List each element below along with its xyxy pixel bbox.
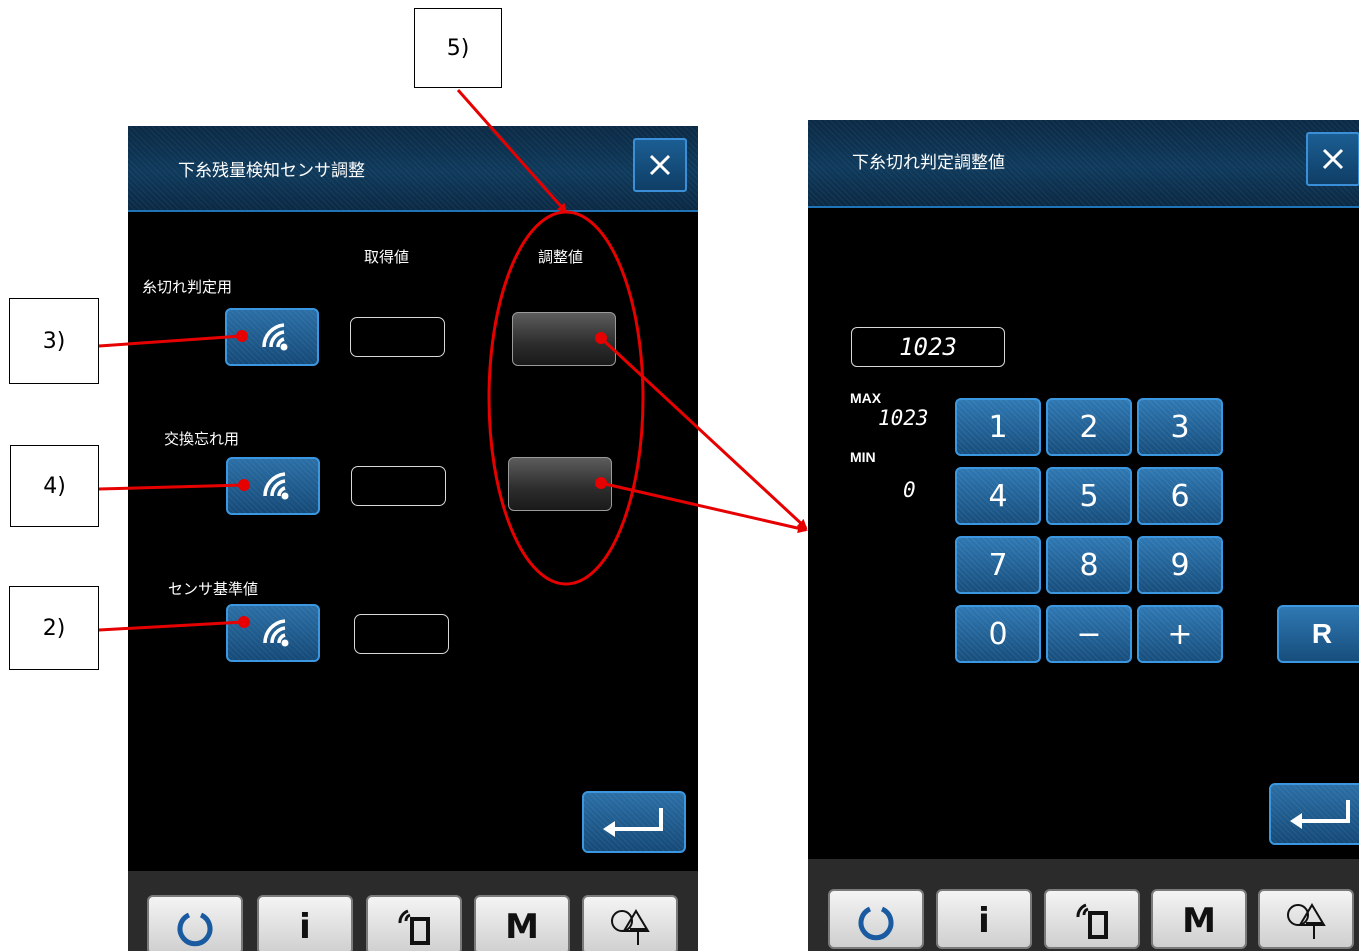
annotation-dot — [236, 330, 248, 342]
annotation-ellipse — [487, 210, 645, 586]
annotation-line-2 — [98, 620, 245, 632]
annotation-overlay — [98, 89, 808, 632]
annotation-dot — [238, 479, 250, 491]
annotation-arrow-to-keypad — [600, 481, 808, 534]
annotation-dot — [238, 616, 250, 628]
annotation-line-4 — [98, 483, 245, 491]
annotation-line-3 — [98, 334, 243, 348]
annotation-arrow-5 — [456, 89, 568, 214]
